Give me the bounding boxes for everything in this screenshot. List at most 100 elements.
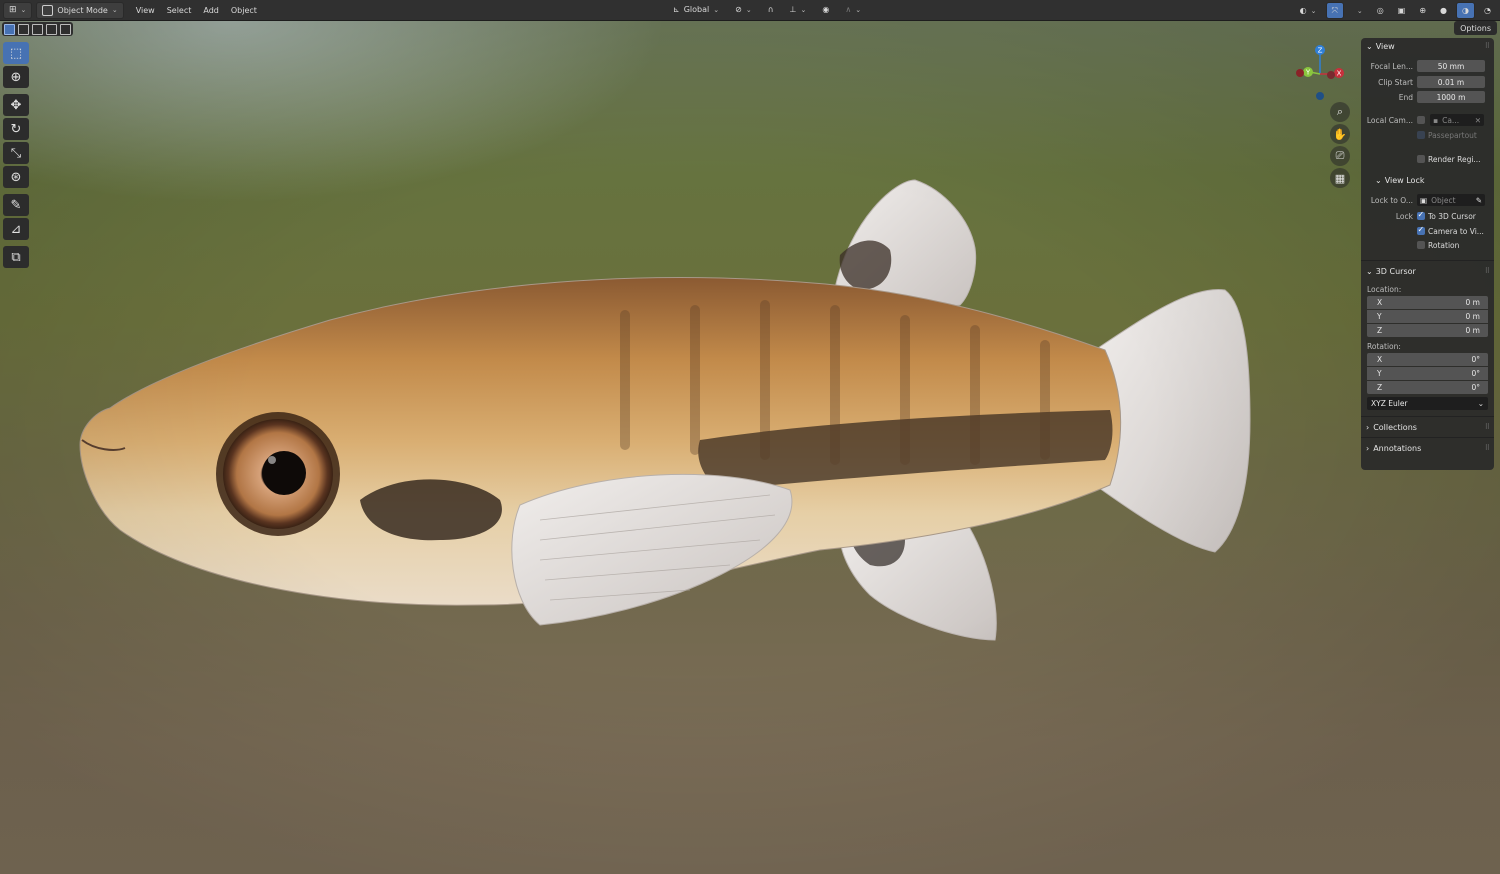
cursor-location-z[interactable]: Z 0 m xyxy=(1367,324,1488,337)
perspective-toggle-button[interactable]: ▦ xyxy=(1330,168,1350,188)
orientation-label: Global xyxy=(683,5,710,14)
focal-length-field[interactable]: 50 mm xyxy=(1417,60,1485,72)
cursor-location-x[interactable]: X 0 m xyxy=(1367,296,1488,309)
gizmo-neg-z-axis[interactable] xyxy=(1316,92,1324,100)
cursor-rotation-x[interactable]: X 0° xyxy=(1367,353,1488,366)
gizmo-neg-x-axis[interactable] xyxy=(1327,71,1335,79)
collections-panel-header[interactable]: › Collections ⠿ xyxy=(1361,419,1494,435)
menu-select[interactable]: Select xyxy=(161,6,198,15)
pivot-dropdown[interactable]: ⊘ ⌄ xyxy=(730,2,757,17)
xray-icon: ▣ xyxy=(1397,6,1406,15)
rendered-icon: ◔ xyxy=(1484,6,1491,15)
clip-start-field[interactable]: 0.01 m xyxy=(1417,76,1485,88)
gizmo-dropdown[interactable]: ⌄ xyxy=(1348,3,1368,18)
drag-grip-icon[interactable]: ⠿ xyxy=(1485,267,1490,275)
gizmo-z-label: Z xyxy=(1318,47,1323,55)
menu-add[interactable]: Add xyxy=(197,6,225,15)
shading-material[interactable]: ◑ xyxy=(1456,2,1476,19)
passepartout-row[interactable]: Passepartout xyxy=(1361,128,1494,142)
transform-tool[interactable]: ⊛ xyxy=(3,166,29,188)
fish-model[interactable] xyxy=(0,20,1500,874)
lock-to-object-placeholder: Object xyxy=(1431,195,1456,205)
falloff-dropdown[interactable]: ∧ ⌄ xyxy=(840,2,866,17)
axis-value: 0 m xyxy=(1465,298,1480,307)
drag-grip-icon[interactable]: ⠿ xyxy=(1485,42,1490,50)
zoom-button[interactable]: ⌕ xyxy=(1330,102,1350,122)
visibility-dropdown[interactable]: ◐ ⌄ xyxy=(1295,3,1322,18)
lock-rotation-row[interactable]: Rotation xyxy=(1361,238,1494,252)
local-camera-checkbox[interactable] xyxy=(1417,116,1425,124)
pan-button[interactable]: ✋ xyxy=(1330,124,1350,144)
lock-to-object-field[interactable]: ▣ Object ✎ xyxy=(1417,194,1485,206)
view-panel-header[interactable]: ⌄ View ⠿ xyxy=(1361,38,1494,54)
3d-cursor-panel-header[interactable]: ⌄ 3D Cursor ⠿ xyxy=(1361,263,1494,279)
shading-rendered[interactable]: ◔ xyxy=(1479,3,1496,18)
snap-target-dropdown[interactable]: ⊥ ⌄ xyxy=(785,2,812,17)
lock-rotation-checkbox[interactable] xyxy=(1417,241,1425,249)
snap-toggle[interactable]: ∩ xyxy=(763,2,779,17)
shading-solid[interactable]: ● xyxy=(1435,3,1452,18)
eyedropper-icon[interactable]: ✎ xyxy=(1476,196,1482,205)
render-region-row[interactable]: Render Regi... xyxy=(1361,152,1494,166)
options-button[interactable]: Options xyxy=(1454,21,1497,35)
menu-object[interactable]: Object xyxy=(225,6,263,15)
chevron-down-icon: ⌄ xyxy=(1375,175,1382,185)
camera-to-view-row[interactable]: Camera to Vi... xyxy=(1361,224,1494,238)
overlays-toggle[interactable]: ◎ xyxy=(1372,3,1389,18)
cursor-rotation-y[interactable]: Y 0° xyxy=(1367,367,1488,380)
gizmo-toggle[interactable]: ⤧ xyxy=(1325,2,1344,19)
select-box-tool[interactable]: ⬚ xyxy=(3,42,29,64)
render-region-checkbox[interactable] xyxy=(1417,155,1425,163)
rotate-tool[interactable]: ↻ xyxy=(3,118,29,140)
editor-type-button[interactable]: ⊞ ⌄ xyxy=(3,1,33,19)
passepartout-checkbox[interactable] xyxy=(1417,131,1425,139)
select-new-icon[interactable] xyxy=(4,23,15,35)
local-camera-field[interactable]: ▪ Ca... ✕ xyxy=(1430,114,1484,126)
rotation-mode-dropdown[interactable]: XYZ Euler ⌄ xyxy=(1367,397,1488,410)
shading-wireframe[interactable]: ⊕ xyxy=(1414,3,1431,18)
xray-toggle[interactable]: ▣ xyxy=(1393,3,1411,18)
material-icon: ◑ xyxy=(1462,6,1470,15)
hand-icon: ✋ xyxy=(1333,127,1347,141)
select-intersect-icon[interactable] xyxy=(60,23,71,35)
drag-grip-icon[interactable]: ⠿ xyxy=(1485,444,1490,452)
chevron-down-icon: ⌄ xyxy=(1366,266,1373,276)
3d-viewport[interactable] xyxy=(0,20,1500,874)
solid-icon: ● xyxy=(1440,6,1448,15)
drag-grip-icon[interactable]: ⠿ xyxy=(1485,423,1490,431)
object-icon: ▣ xyxy=(1420,195,1428,205)
gizmo-x-label: X xyxy=(1337,70,1342,78)
lock-to-3d-cursor-checkbox[interactable] xyxy=(1417,210,1425,220)
select-extend-icon[interactable] xyxy=(18,23,29,35)
mode-dropdown[interactable]: Object Mode ⌄ xyxy=(36,1,124,19)
chevron-down-icon: ⌄ xyxy=(855,5,862,14)
add-cube-tool[interactable]: ⧉ xyxy=(3,246,29,268)
cursor-rotation-z[interactable]: Z 0° xyxy=(1367,381,1488,394)
proportional-edit-toggle[interactable]: ◉ xyxy=(817,2,834,17)
camera-to-view-checkbox[interactable] xyxy=(1417,225,1425,235)
3d-cursor-title: 3D Cursor xyxy=(1375,266,1416,276)
cursor-location-y[interactable]: Y 0 m xyxy=(1367,310,1488,323)
view-lock-subpanel-header[interactable]: ⌄ View Lock xyxy=(1361,172,1494,188)
menu-view[interactable]: View xyxy=(130,6,161,15)
annotations-panel-header[interactable]: › Annotations ⠿ xyxy=(1361,440,1494,456)
measure-tool[interactable]: ⊿ xyxy=(3,218,29,240)
select-invert-icon[interactable] xyxy=(46,23,57,35)
eye-icon: ◐ xyxy=(1299,6,1307,15)
transform-orientation-dropdown[interactable]: ⊾ Global ⌄ xyxy=(668,2,724,17)
gizmo-neg-y-axis[interactable] xyxy=(1296,69,1304,77)
clear-icon[interactable]: ✕ xyxy=(1475,116,1481,125)
object-mode-icon xyxy=(42,4,54,16)
move-tool[interactable]: ✥ xyxy=(3,94,29,116)
camera-view-button[interactable]: ⎚ xyxy=(1330,146,1350,166)
navigation-gizmo[interactable]: Z X Y xyxy=(1290,40,1350,106)
select-subtract-icon[interactable] xyxy=(32,23,43,35)
clip-end-field[interactable]: 1000 m xyxy=(1417,91,1485,103)
sidebar-n-panel: ⌄ View ⠿ Focal Len... 50 mm Clip Start 0… xyxy=(1361,38,1494,470)
local-camera-value: Ca... xyxy=(1442,115,1460,125)
annotate-tool[interactable]: ✎ xyxy=(3,194,29,216)
scale-tool[interactable]: ⤡ xyxy=(3,142,29,164)
cursor-tool[interactable]: ⊕ xyxy=(3,66,29,88)
tool-shelf: ⬚ ⊕ ✥ ↻ ⤡ ⊛ ✎ ⊿ ⧉ xyxy=(3,42,31,270)
chevron-right-icon: › xyxy=(1366,443,1370,453)
